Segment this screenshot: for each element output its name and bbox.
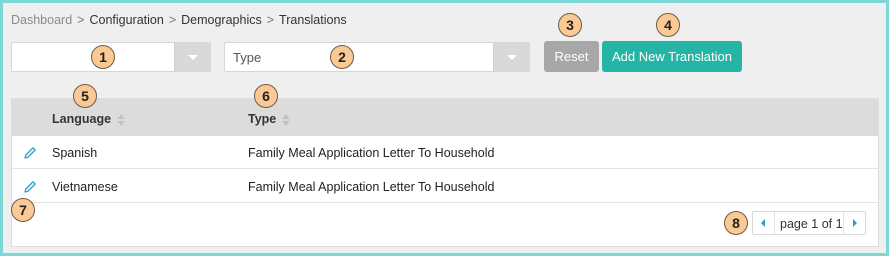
breadcrumb-separator: > bbox=[168, 13, 177, 27]
page-indicator: page 1 of 1 bbox=[780, 217, 843, 231]
cell-type: Family Meal Application Letter To Househ… bbox=[248, 146, 495, 160]
type-select[interactable]: Type bbox=[224, 42, 530, 72]
type-select-placeholder: Type bbox=[233, 50, 262, 65]
column-header-type[interactable]: Type bbox=[248, 112, 291, 126]
table-row: Vietnamese Family Meal Application Lette… bbox=[12, 170, 878, 203]
sort-icon[interactable] bbox=[282, 113, 291, 126]
chevron-down-icon[interactable] bbox=[493, 43, 529, 71]
chevron-down-icon[interactable] bbox=[174, 43, 210, 71]
reset-button[interactable]: Reset bbox=[544, 41, 599, 72]
breadcrumb-translations: Translations bbox=[279, 13, 347, 27]
callout-badge: 3 bbox=[558, 13, 582, 37]
callout-badge: 1 bbox=[91, 45, 115, 69]
callout-badge: 6 bbox=[254, 84, 278, 108]
column-header-type-label: Type bbox=[248, 112, 277, 126]
pagination: page 1 of 1 bbox=[752, 211, 866, 235]
cell-type: Family Meal Application Letter To Househ… bbox=[248, 180, 495, 194]
edit-pencil-icon[interactable] bbox=[22, 179, 38, 195]
table-header: Language Type bbox=[12, 99, 878, 136]
breadcrumb: Dashboard > Configuration > Demographics… bbox=[11, 13, 347, 27]
breadcrumb-separator: > bbox=[77, 13, 85, 27]
breadcrumb-configuration[interactable]: Configuration bbox=[89, 13, 163, 27]
translations-table: Language Type Spanish Family Meal Applic… bbox=[11, 98, 879, 247]
breadcrumb-demographics[interactable]: Demographics bbox=[181, 13, 262, 27]
sort-icon[interactable] bbox=[117, 113, 126, 126]
column-header-language-label: Language bbox=[52, 112, 112, 126]
page-frame: Dashboard > Configuration > Demographics… bbox=[3, 3, 886, 253]
table-row: Spanish Family Meal Application Letter T… bbox=[12, 136, 878, 169]
callout-badge: 2 bbox=[330, 45, 354, 69]
callout-badge: 7 bbox=[11, 198, 35, 222]
callout-badge: 4 bbox=[656, 13, 680, 37]
cell-language: Spanish bbox=[52, 146, 98, 160]
cell-language: Vietnamese bbox=[52, 180, 118, 194]
previous-page-icon[interactable] bbox=[753, 212, 775, 234]
callout-badge: 8 bbox=[724, 211, 748, 235]
breadcrumb-separator: > bbox=[266, 13, 275, 27]
add-new-translation-button[interactable]: Add New Translation bbox=[602, 41, 742, 72]
callout-badge: 5 bbox=[73, 84, 97, 108]
breadcrumb-dashboard[interactable]: Dashboard bbox=[11, 13, 72, 27]
column-header-language[interactable]: Language bbox=[52, 112, 126, 126]
edit-pencil-icon[interactable] bbox=[22, 145, 38, 161]
next-page-icon[interactable] bbox=[843, 212, 865, 234]
